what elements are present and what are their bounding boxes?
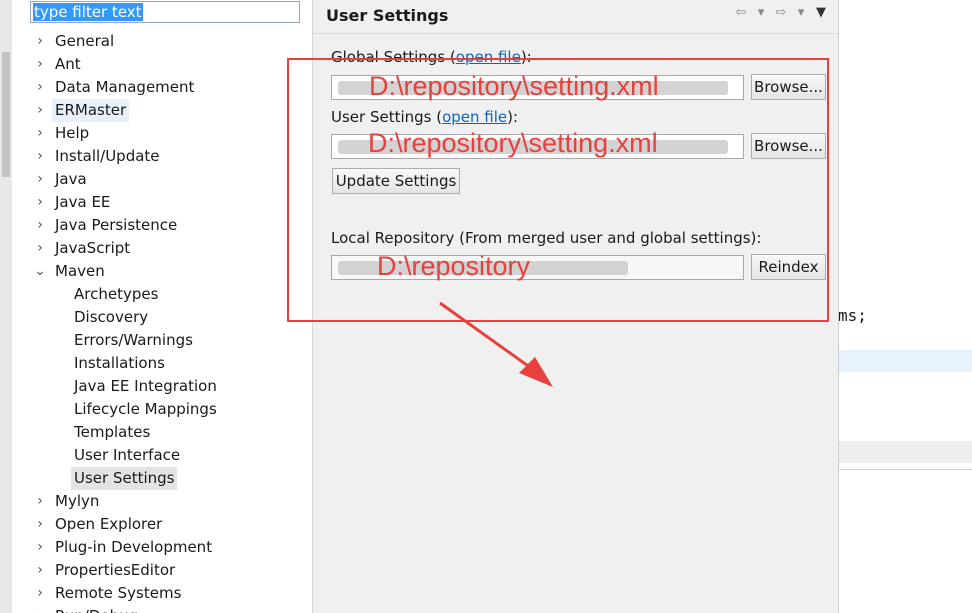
tree-item-label: General	[55, 32, 115, 50]
back-arrow-icon[interactable]: ⇦	[734, 5, 748, 20]
chevron-right-icon[interactable]: ›	[34, 122, 46, 145]
code-line: ms;	[838, 306, 867, 325]
chevron-right-icon[interactable]: ›	[34, 605, 46, 613]
tree-item-label: Maven	[55, 262, 105, 280]
tree-item-label: Ant	[55, 55, 81, 73]
tree-item-label: Data Management	[55, 78, 195, 96]
chevron-right-icon[interactable]: ›	[34, 536, 46, 559]
tree-item-label: Install/Update	[55, 147, 160, 165]
tree-item-label: Plug-in Development	[55, 538, 213, 556]
chevron-right-icon[interactable]: ›	[34, 53, 46, 76]
filter-input-text: type filter text	[33, 3, 143, 21]
tree-item-label: ERMaster	[52, 99, 130, 122]
tree-item-label: Remote Systems	[55, 584, 182, 602]
tree-item-propertieseditor[interactable]: › PropertiesEditor	[12, 559, 312, 582]
chevron-down-icon[interactable]: ⌄	[34, 260, 46, 283]
view-menu-icon[interactable]: ▼	[814, 5, 828, 20]
tree-item-label: Mylyn	[55, 492, 100, 510]
background-editor: ms;	[838, 0, 972, 613]
editor-band	[838, 441, 972, 463]
chevron-right-icon[interactable]: ›	[34, 145, 46, 168]
tree-item-plug-in-development[interactable]: › Plug-in Development	[12, 536, 312, 559]
tree-item-mylyn[interactable]: › Mylyn	[12, 490, 312, 513]
tree-item-label: Installations	[74, 354, 165, 372]
preferences-tree-panel: type filter text › General › Ant › Data Manag…	[12, 0, 313, 613]
tree-item-label: Java EE Integration	[74, 377, 217, 395]
tree-item-user-interface[interactable]: User Interface	[12, 444, 312, 467]
tree-item-label: Discovery	[74, 308, 149, 326]
tree-item-ant[interactable]: › Ant	[12, 53, 312, 76]
chevron-right-icon[interactable]: ›	[34, 214, 46, 237]
tree-item-label: Lifecycle Mappings	[74, 400, 217, 418]
tree-item-run-debug[interactable]: › Run/Debug	[12, 605, 312, 613]
chevron-right-icon[interactable]: ›	[34, 559, 46, 582]
chevron-right-icon[interactable]: ›	[34, 513, 46, 536]
tree-item-java-persistence[interactable]: › Java Persistence	[12, 214, 312, 237]
tree-item-archetypes[interactable]: Archetypes	[12, 283, 312, 306]
tree-item-java[interactable]: › Java	[12, 168, 312, 191]
current-line-highlight	[838, 350, 972, 372]
tree-item-errors-warnings[interactable]: Errors/Warnings	[12, 329, 312, 352]
title-separator	[313, 33, 838, 34]
nav-toolbar: ⇦ ▾ ⇨ ▾ ▼	[734, 5, 828, 20]
chevron-right-icon[interactable]: ›	[34, 191, 46, 214]
chevron-down-icon[interactable]: ▾	[754, 5, 768, 20]
preferences-window: type filter text › General › Ant › Data Manag…	[0, 0, 972, 613]
tree-item-label: Templates	[74, 423, 151, 441]
tree-item-java-ee[interactable]: › Java EE	[12, 191, 312, 214]
tree-item-remote-systems[interactable]: › Remote Systems	[12, 582, 312, 605]
chevron-right-icon[interactable]: ›	[34, 76, 46, 99]
page-title: User Settings	[326, 6, 449, 25]
preferences-tree: › General › Ant › Data Management › ERMaster › He…	[12, 30, 312, 613]
filter-input[interactable]: type filter text	[30, 1, 300, 23]
scrollbar-thumb[interactable]	[2, 52, 10, 177]
forward-arrow-icon[interactable]: ⇨	[774, 5, 788, 20]
tree-item-open-explorer[interactable]: › Open Explorer	[12, 513, 312, 536]
tree-item-installations[interactable]: Installations	[12, 352, 312, 375]
tree-item-install-update[interactable]: › Install/Update	[12, 145, 312, 168]
tree-item-user-settings[interactable]: User Settings	[12, 467, 312, 490]
tree-item-label: Open Explorer	[55, 515, 163, 533]
tree-item-discovery[interactable]: Discovery	[12, 306, 312, 329]
tree-item-label: Help	[55, 124, 90, 142]
tree-item-label: Run/Debug	[52, 605, 141, 613]
tree-item-templates[interactable]: Templates	[12, 421, 312, 444]
editor-separator	[838, 469, 972, 470]
tree-item-javascript[interactable]: › JavaScript	[12, 237, 312, 260]
tree-item-label: Errors/Warnings	[74, 331, 193, 349]
tree-item-label: User Settings	[71, 467, 178, 490]
tree-item-label: Java	[55, 170, 87, 188]
tree-item-java-ee-integration[interactable]: Java EE Integration	[12, 375, 312, 398]
annotation-user-path: D:\repository\setting.xml	[368, 128, 658, 158]
chevron-right-icon[interactable]: ›	[34, 490, 46, 513]
annotation-local-path: D:\repository	[377, 251, 531, 281]
chevron-right-icon[interactable]: ›	[34, 168, 46, 191]
tree-item-label: JavaScript	[55, 239, 131, 257]
tree-item-maven[interactable]: ⌄ Maven	[12, 260, 312, 283]
chevron-right-icon[interactable]: ›	[34, 30, 46, 53]
tree-item-lifecycle-mappings[interactable]: Lifecycle Mappings	[12, 398, 312, 421]
tree-item-label: PropertiesEditor	[55, 561, 176, 579]
left-scrollbar[interactable]	[0, 0, 12, 613]
tree-item-general[interactable]: › General	[12, 30, 312, 53]
chevron-right-icon[interactable]: ›	[34, 99, 46, 122]
chevron-right-icon[interactable]: ›	[34, 582, 46, 605]
tree-item-label: User Interface	[74, 446, 181, 464]
tree-item-ermaster[interactable]: › ERMaster	[12, 99, 312, 122]
tree-item-data-management[interactable]: › Data Management	[12, 76, 312, 99]
chevron-down-icon[interactable]: ▾	[794, 5, 808, 20]
tree-item-label: Java EE	[55, 193, 111, 211]
chevron-right-icon[interactable]: ›	[34, 237, 46, 260]
tree-item-label: Java Persistence	[55, 216, 178, 234]
tree-item-help[interactable]: › Help	[12, 122, 312, 145]
annotation-global-path: D:\repository\setting.xml	[369, 71, 659, 101]
tree-item-label: Archetypes	[74, 285, 159, 303]
